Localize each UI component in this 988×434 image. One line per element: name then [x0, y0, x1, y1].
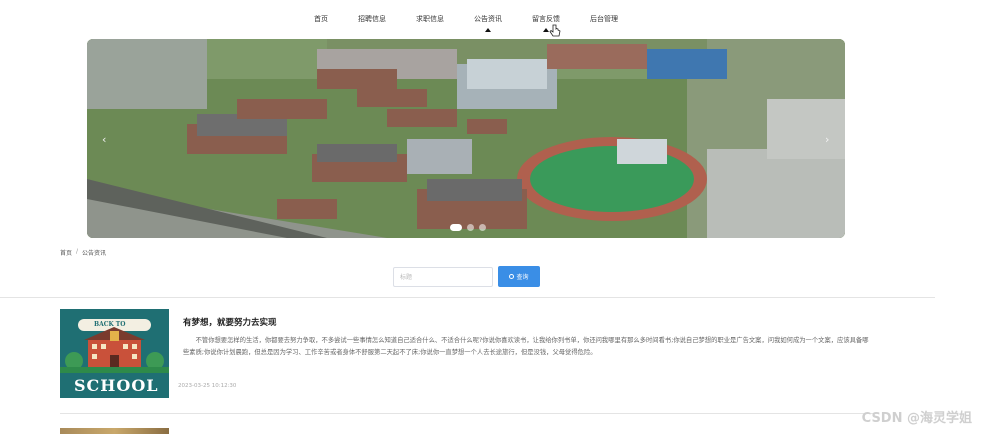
nav-item-job-seeking[interactable]: 求职信息	[416, 14, 444, 24]
carousel-prev-arrow-icon[interactable]: ‹	[102, 133, 106, 146]
carousel-next-arrow-icon[interactable]: ›	[825, 133, 829, 146]
search-button-label: 查询	[516, 275, 529, 281]
campus-aerial-image	[87, 39, 845, 238]
search-button[interactable]: 查询	[498, 266, 540, 287]
hand-cursor-icon	[549, 24, 561, 37]
nav-item-jobs[interactable]: 招聘信息	[358, 14, 386, 24]
carousel-indicators	[450, 224, 486, 231]
breadcrumb-separator: /	[76, 248, 79, 255]
breadcrumb: 首页 / 公告资讯	[60, 248, 106, 257]
banner-carousel[interactable]: ‹ ›	[87, 39, 845, 238]
news-divider	[60, 413, 875, 414]
thumb-top-text: BACK TO	[94, 321, 126, 328]
news-title[interactable]: 有梦想，就要努力去实现	[183, 316, 277, 328]
nav-item-home[interactable]: 首页	[314, 14, 328, 24]
carousel-dot-3[interactable]	[479, 224, 486, 231]
breadcrumb-current: 公告资讯	[82, 250, 107, 257]
news-thumbnail[interactable]: BACK TO SCHOOL	[60, 309, 169, 398]
title-search-input[interactable]	[393, 267, 493, 287]
nav-item-feedback[interactable]: 留言反馈	[532, 14, 560, 24]
csdn-watermark: CSDN @海灵学姐	[861, 411, 972, 426]
carousel-dot-2[interactable]	[467, 224, 474, 231]
breadcrumb-home[interactable]: 首页	[60, 248, 72, 257]
thumb-school-text: SCHOOL	[74, 376, 159, 395]
news-summary: 不管你想要怎样的生活，你都要去努力争取，不多尝试一些事情怎么知道自己适合什么、不…	[183, 337, 869, 356]
next-news-thumbnail[interactable]	[60, 428, 169, 434]
search-icon	[509, 274, 515, 279]
active-nav-caret-icon	[485, 28, 491, 32]
nav-item-admin[interactable]: 后台管理	[590, 14, 618, 24]
nav-item-announcements[interactable]: 公告资讯	[474, 14, 502, 24]
divider	[0, 297, 935, 298]
news-date: 2023-03-25 10:12:30	[178, 383, 237, 389]
carousel-dot-1[interactable]	[450, 224, 462, 231]
top-navigation: 首页 招聘信息 求职信息 公告资讯 留言反馈 后台管理	[0, 10, 988, 34]
